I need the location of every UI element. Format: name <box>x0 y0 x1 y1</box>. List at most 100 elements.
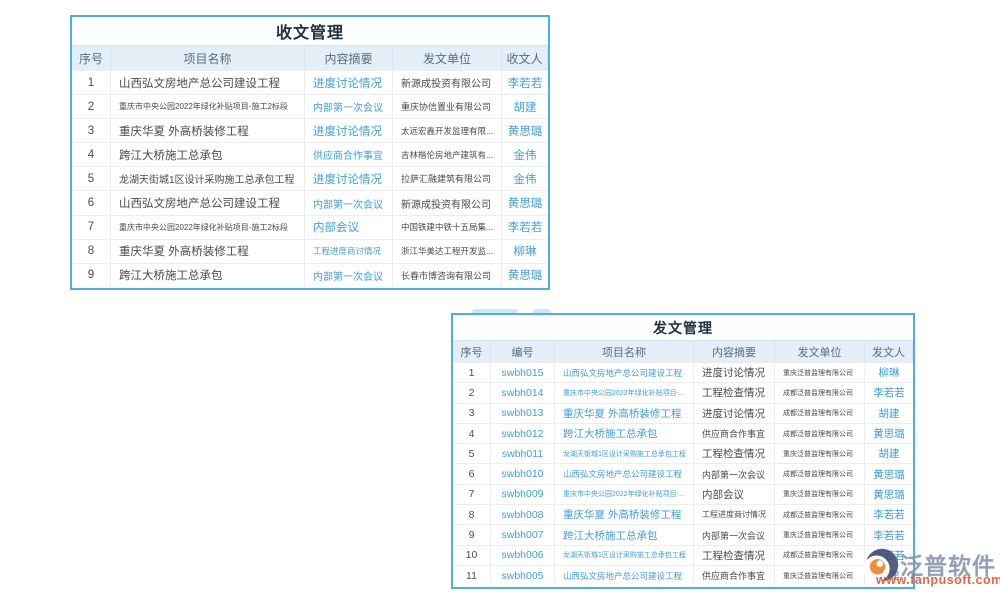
doc-number-cell[interactable]: swbh010 <box>491 464 555 483</box>
project-name-cell[interactable]: 山西弘文房地产总公司建设工程 <box>555 363 694 382</box>
table-row: 9swbh007跨江大桥施工总承包内部第一次会议重庆泛普监理有限公司李若若 <box>453 524 913 544</box>
issuing-unit-cell: 重庆泛普监理有限公司 <box>775 566 865 585</box>
receiver-cell[interactable]: 黄思璐 <box>502 264 548 287</box>
issuing-unit-cell: 重庆协信置业有限公司 <box>393 95 502 118</box>
col-header-seq: 序号 <box>453 341 491 362</box>
seq-cell: 3 <box>72 119 111 142</box>
issuing-unit-cell: 中国铁建中铁十五局集... <box>393 216 502 239</box>
sender-cell[interactable]: 黄思璐 <box>865 464 913 483</box>
doc-number-cell[interactable]: swbh013 <box>491 404 555 423</box>
receiver-cell[interactable]: 李若若 <box>502 216 548 239</box>
table-row: 5龙湖天街城1区设计采购施工总承包工程进度讨论情况拉萨汇融建筑有限公司金伟 <box>72 166 548 190</box>
content-summary-cell[interactable]: 进度讨论情况 <box>305 71 393 94</box>
issuing-unit-cell: 浙江华美达工程开发监... <box>393 240 502 263</box>
project-name-cell[interactable]: 重庆市中央公园2022年绿化补贴项目-... <box>555 485 694 504</box>
content-summary-cell[interactable]: 内部第一次会议 <box>305 95 393 118</box>
content-summary-cell: 进度讨论情况 <box>694 363 775 382</box>
receiver-cell[interactable]: 柳琳 <box>502 240 548 263</box>
doc-number-cell[interactable]: swbh006 <box>491 546 555 565</box>
seq-cell: 11 <box>453 566 491 585</box>
table-row: 4跨江大桥施工总承包供应商合作事宜吉林楷伦房地产建筑有...金伟 <box>72 142 548 166</box>
receiver-cell[interactable]: 李若若 <box>502 71 548 94</box>
content-summary-cell[interactable]: 内部第一次会议 <box>305 264 393 287</box>
project-name-cell[interactable]: 重庆市中央公园2022年绿化补贴项目-... <box>555 383 694 402</box>
header-row: 序号编号项目名称内容摘要发文单位发文人 <box>453 340 913 362</box>
issuing-unit-cell: 重庆泛普监理有限公司 <box>775 363 865 382</box>
content-summary-cell[interactable]: 进度讨论情况 <box>305 119 393 142</box>
issuing-unit-cell: 成都泛普监理有限公司 <box>775 383 865 402</box>
sender-cell[interactable]: 胡建 <box>865 566 913 585</box>
seq-cell: 9 <box>72 264 111 287</box>
project-name-cell: 重庆华夏 外高桥装修工程 <box>111 240 305 263</box>
receiver-cell[interactable]: 金伟 <box>502 143 548 166</box>
content-summary-cell: 供应商合作事宜 <box>694 424 775 443</box>
issuing-unit-cell: 拉萨汇融建筑有限公司 <box>393 167 502 190</box>
issuing-unit-cell: 成都泛普监理有限公司 <box>775 404 865 423</box>
content-summary-cell: 内部会议 <box>694 485 775 504</box>
sender-cell[interactable]: 李若若 <box>865 505 913 524</box>
send-management-panel: 发文管理 序号编号项目名称内容摘要发文单位发文人1swbh015山西弘文房地产总… <box>451 313 915 589</box>
sender-cell[interactable]: 胡建 <box>865 404 913 423</box>
project-name-cell[interactable]: 重庆华夏 外高桥装修工程 <box>555 505 694 524</box>
project-name-cell: 山西弘文房地产总公司建设工程 <box>111 71 305 94</box>
issuing-unit-cell: 新源成投资有限公司 <box>393 71 502 94</box>
table-row: 3重庆华夏 外高桥装修工程进度讨论情况太远宏鑫开发监理有限...黄思璐 <box>72 118 548 142</box>
issuing-unit-cell: 重庆泛普监理有限公司 <box>775 444 865 463</box>
doc-number-cell[interactable]: swbh009 <box>491 485 555 504</box>
sender-cell[interactable]: 李若若 <box>865 383 913 402</box>
content-summary-cell: 工程检查情况 <box>694 444 775 463</box>
sender-cell[interactable]: 黄思璐 <box>865 424 913 443</box>
issuing-unit-cell: 重庆泛普监理有限公司 <box>775 485 865 504</box>
seq-cell: 4 <box>453 424 491 443</box>
project-name-cell[interactable]: 龙湖天街城1区设计采购施工总承包工程 <box>555 546 694 565</box>
table-row: 5swbh011龙湖天街城1区设计采购施工总承包工程工程检查情况重庆泛普监理有限… <box>453 443 913 463</box>
table-row: 7swbh009重庆市中央公园2022年绿化补贴项目-...内部会议重庆泛普监理… <box>453 484 913 504</box>
receiver-cell[interactable]: 黄思璐 <box>502 119 548 142</box>
seq-cell: 7 <box>453 485 491 504</box>
content-summary-cell[interactable]: 内部会议 <box>305 216 393 239</box>
seq-cell: 1 <box>72 71 111 94</box>
receive-panel-title: 收文管理 <box>72 17 548 45</box>
sender-cell[interactable]: 李若若 <box>865 546 913 565</box>
project-name-cell[interactable]: 龙湖天街城1区设计采购施工总承包工程 <box>555 444 694 463</box>
project-name-cell[interactable]: 山西弘文房地产总公司建设工程 <box>555 566 694 585</box>
table-row: 6swbh010山西弘文房地产总公司建设工程内部第一次会议成都泛普监理有限公司黄… <box>453 463 913 483</box>
receiver-cell[interactable]: 黄思璐 <box>502 191 548 214</box>
table-row: 2重庆市中央公园2022年绿化补贴项目-施工2标段内部第一次会议重庆协信置业有限… <box>72 94 548 118</box>
col-header-doc-number: 编号 <box>491 341 555 362</box>
content-summary-cell: 进度讨论情况 <box>694 404 775 423</box>
sender-cell[interactable]: 柳琳 <box>865 363 913 382</box>
table-row: 11swbh005山西弘文房地产总公司建设工程供应商合作事宜重庆泛普监理有限公司… <box>453 565 913 585</box>
col-header-project-name: 项目名称 <box>555 341 694 362</box>
doc-number-cell[interactable]: swbh007 <box>491 525 555 544</box>
sender-cell[interactable]: 黄思璐 <box>865 485 913 504</box>
project-name-cell: 跨江大桥施工总承包 <box>111 264 305 287</box>
content-summary-cell[interactable]: 进度讨论情况 <box>305 167 393 190</box>
doc-number-cell[interactable]: swbh015 <box>491 363 555 382</box>
receive-management-panel: 收文管理 序号项目名称内容摘要发文单位收文人1山西弘文房地产总公司建设工程进度讨… <box>70 15 550 290</box>
content-summary-cell[interactable]: 内部第一次会议 <box>305 191 393 214</box>
receiver-cell[interactable]: 胡建 <box>502 95 548 118</box>
doc-number-cell[interactable]: swbh011 <box>491 444 555 463</box>
doc-number-cell[interactable]: swbh012 <box>491 424 555 443</box>
content-summary-cell: 工程进度商讨情况 <box>694 505 775 524</box>
col-header-issuing-unit: 发文单位 <box>775 341 865 362</box>
project-name-cell[interactable]: 山西弘文房地产总公司建设工程 <box>555 464 694 483</box>
content-summary-cell[interactable]: 工程进度商讨情况 <box>305 240 393 263</box>
doc-number-cell[interactable]: swbh005 <box>491 566 555 585</box>
sender-cell[interactable]: 胡建 <box>865 444 913 463</box>
table-row: 10swbh006龙湖天街城1区设计采购施工总承包工程工程检查情况成都泛普监理有… <box>453 545 913 565</box>
project-name-cell: 重庆市中央公园2022年绿化补贴项目-施工2标段 <box>111 95 305 118</box>
project-name-cell[interactable]: 重庆华夏 外高桥装修工程 <box>555 404 694 423</box>
content-summary-cell[interactable]: 供应商合作事宜 <box>305 143 393 166</box>
sender-cell[interactable]: 李若若 <box>865 525 913 544</box>
receiver-cell[interactable]: 金伟 <box>502 167 548 190</box>
content-summary-cell: 内部第一次会议 <box>694 464 775 483</box>
doc-number-cell[interactable]: swbh008 <box>491 505 555 524</box>
project-name-cell[interactable]: 跨江大桥施工总承包 <box>555 424 694 443</box>
project-name-cell: 龙湖天街城1区设计采购施工总承包工程 <box>111 167 305 190</box>
project-name-cell[interactable]: 跨江大桥施工总承包 <box>555 525 694 544</box>
issuing-unit-cell: 新源成投资有限公司 <box>393 191 502 214</box>
issuing-unit-cell: 重庆泛普监理有限公司 <box>775 525 865 544</box>
doc-number-cell[interactable]: swbh014 <box>491 383 555 402</box>
